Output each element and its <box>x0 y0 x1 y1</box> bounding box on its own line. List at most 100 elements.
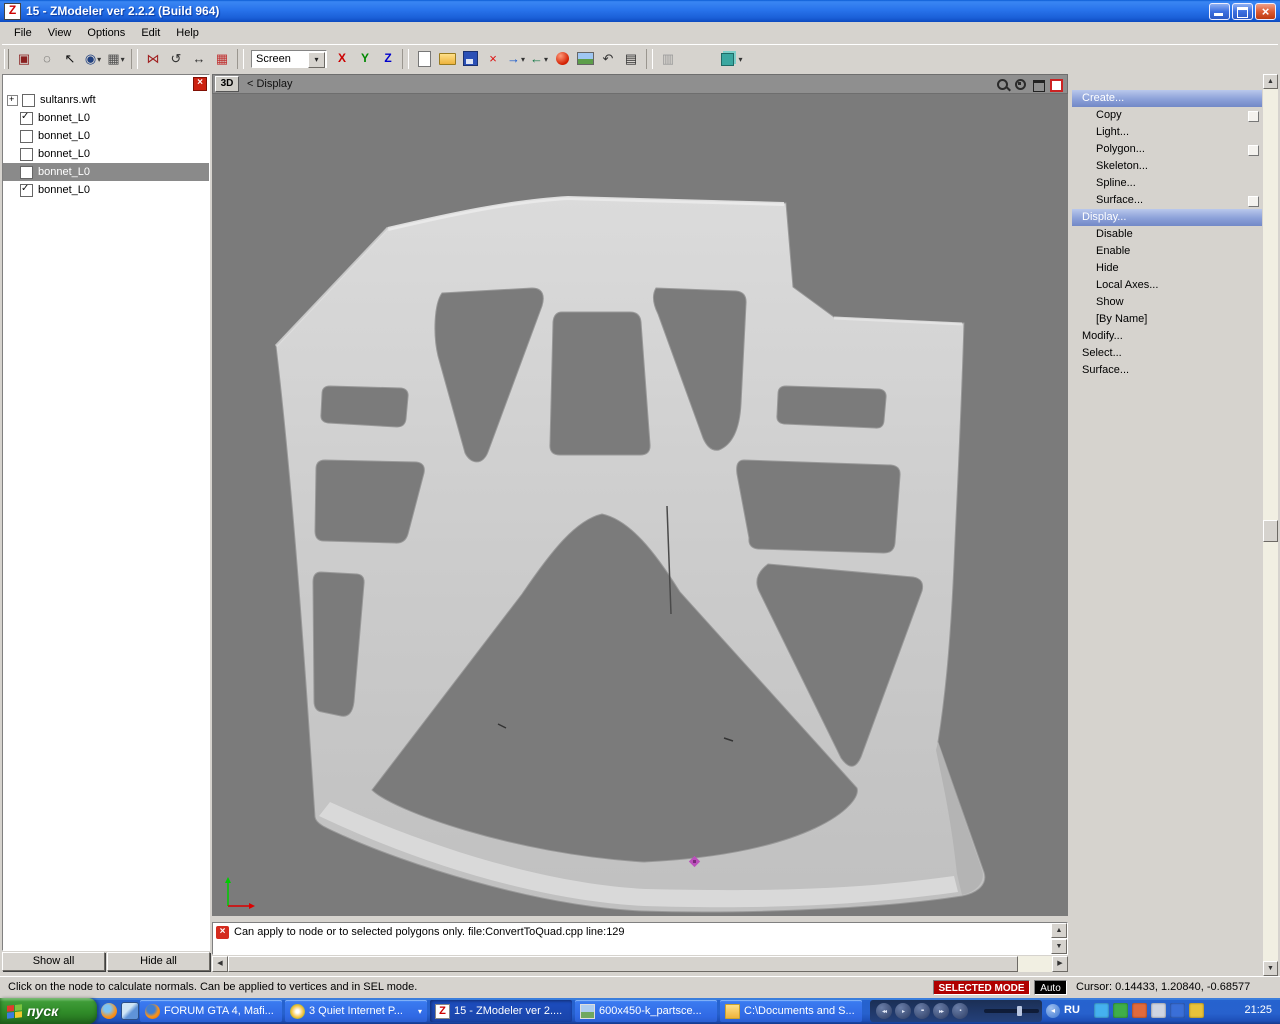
command-item[interactable]: Polygon... <box>1072 141 1262 158</box>
tree-item[interactable]: sultanrs.wft <box>3 91 209 109</box>
command-item[interactable]: Modify... <box>1072 328 1262 345</box>
scroll-down-icon[interactable]: ▼ <box>1263 961 1278 976</box>
screen-mode-combobox[interactable]: Screen <box>251 49 327 68</box>
maximize-viewport-icon[interactable] <box>1032 78 1046 92</box>
tree-item[interactable]: bonnet_L0 <box>3 163 209 181</box>
command-item[interactable]: Disable <box>1072 226 1262 243</box>
toolbar-separator[interactable] <box>131 48 138 69</box>
scroll-right-icon[interactable]: ▶ <box>1052 956 1068 972</box>
rotate-tool-icon[interactable]: ↺ <box>165 48 187 70</box>
scroll-down-icon[interactable]: ▼ <box>1051 939 1067 954</box>
lasso-select-icon[interactable]: ◌ <box>36 48 58 70</box>
save-file-icon[interactable] <box>459 48 481 70</box>
taskbar-task-button[interactable]: 600x450-k_partsce... <box>575 1000 717 1022</box>
graphics-tray-icon[interactable] <box>1132 1003 1147 1018</box>
expand-toggle-icon[interactable] <box>7 94 18 106</box>
toolbar-separator[interactable] <box>646 48 653 69</box>
toolbar-grip-handle[interactable] <box>4 48 9 69</box>
zoom-region-icon[interactable] <box>1014 78 1028 92</box>
command-item[interactable]: [By Name] <box>1072 311 1262 328</box>
command-item[interactable]: Surface... <box>1072 362 1262 379</box>
viewport-canvas[interactable] <box>212 94 1068 916</box>
viewport-view-label[interactable]: < Display <box>247 78 293 90</box>
media-next-icon[interactable]: ▸▸ <box>933 1003 949 1019</box>
scroll-up-icon[interactable]: ▲ <box>1263 74 1278 89</box>
quicklaunch-desktop-icon[interactable] <box>121 1002 139 1020</box>
command-item[interactable]: Display... <box>1072 209 1262 226</box>
viewport-mode-button[interactable]: 3D <box>215 76 239 92</box>
grid-snap-icon[interactable]: ▦ <box>211 48 233 70</box>
toolbar-gap[interactable] <box>680 48 720 70</box>
maximize-button[interactable] <box>1232 3 1253 20</box>
toolbar-separator[interactable] <box>402 48 409 69</box>
tree-item[interactable]: bonnet_L0 <box>3 145 209 163</box>
pick-tool-icon[interactable]: ◉ <box>82 48 104 70</box>
view-settings-cube-icon[interactable] <box>721 48 743 70</box>
select-tool-icon[interactable]: ▣ <box>13 48 35 70</box>
taskbar-task-button[interactable]: 15 - ZModeler ver 2.... <box>430 1000 572 1022</box>
taskbar-task-button[interactable]: C:\Documents and S... <box>720 1000 862 1022</box>
language-indicator[interactable]: RU <box>1064 1004 1080 1016</box>
visibility-checkbox[interactable] <box>22 93 35 107</box>
minimize-button[interactable] <box>1209 3 1230 20</box>
move-tool-icon[interactable]: ↔ <box>188 48 210 70</box>
menu-item[interactable]: Edit <box>133 24 168 42</box>
delete-icon[interactable]: × <box>482 48 504 70</box>
command-item[interactable]: Hide <box>1072 260 1262 277</box>
visibility-checkbox[interactable] <box>20 165 33 179</box>
scrollbar-thumb[interactable] <box>1263 520 1278 542</box>
media-stop-icon[interactable]: ▪ <box>952 1003 968 1019</box>
command-item[interactable]: Show <box>1072 294 1262 311</box>
command-item[interactable]: Create... <box>1072 90 1262 107</box>
hidden-icons-chevron[interactable] <box>1046 1004 1060 1018</box>
quicklaunch-firefox-icon[interactable] <box>101 1003 117 1019</box>
viewport-toggle-icon[interactable] <box>1050 78 1063 92</box>
tree-item[interactable]: bonnet_L0 <box>3 181 209 199</box>
menu-item[interactable]: Options <box>79 24 133 42</box>
media-pause-icon[interactable]: ▪▪ <box>914 1003 930 1019</box>
texture-browser-icon[interactable] <box>574 48 596 70</box>
zoom-icon[interactable] <box>996 78 1010 92</box>
panel-close-icon[interactable] <box>193 77 207 91</box>
close-button[interactable] <box>1255 3 1276 20</box>
visibility-checkbox[interactable] <box>20 147 33 161</box>
antivirus-tray-icon[interactable] <box>1113 1003 1128 1018</box>
scrollbar-thumb[interactable] <box>228 956 1018 972</box>
menu-item[interactable]: View <box>40 24 80 42</box>
new-file-icon[interactable] <box>413 48 435 70</box>
axis-z-button[interactable]: Z <box>377 48 399 70</box>
command-item[interactable]: Light... <box>1072 124 1262 141</box>
messenger-tray-icon[interactable] <box>1094 1003 1109 1018</box>
scheduler-tray-icon[interactable] <box>1189 1003 1204 1018</box>
scroll-left-icon[interactable]: ◀ <box>212 956 228 972</box>
log-window-icon[interactable]: ▤ <box>620 48 642 70</box>
visibility-checkbox[interactable] <box>20 183 33 197</box>
material-editor-icon[interactable] <box>551 48 573 70</box>
visibility-checkbox[interactable] <box>20 111 33 125</box>
modes-dropdown-icon[interactable]: ▦ <box>105 48 127 70</box>
undo-icon[interactable]: ↶ <box>597 48 619 70</box>
command-item[interactable]: Copy <box>1072 107 1262 124</box>
axis-y-button[interactable]: Y <box>354 48 376 70</box>
command-item[interactable]: Surface... <box>1072 192 1262 209</box>
command-item[interactable]: Select... <box>1072 345 1262 362</box>
media-prev-icon[interactable]: ◂◂ <box>876 1003 892 1019</box>
menu-item[interactable]: File <box>6 24 40 42</box>
start-button[interactable]: пуск <box>0 998 97 1024</box>
link-tool-icon[interactable]: ▥ <box>657 48 679 70</box>
toolbar-separator[interactable] <box>237 48 244 69</box>
scroll-up-icon[interactable]: ▲ <box>1051 923 1067 938</box>
log-horizontal-scrollbar[interactable]: ◀ ▶ <box>212 956 1068 972</box>
auto-indicator[interactable]: Auto <box>1034 980 1067 995</box>
hide-all-button[interactable]: Hide all <box>107 952 210 971</box>
command-item[interactable]: Skeleton... <box>1072 158 1262 175</box>
mirror-tool-icon[interactable]: ⋈ <box>142 48 164 70</box>
cursor-tool-icon[interactable]: ↖ <box>59 48 81 70</box>
menu-item[interactable]: Help <box>168 24 207 42</box>
panel-scrollbar[interactable]: ▲ ▼ <box>1263 74 1278 976</box>
window-titlebar[interactable]: 15 - ZModeler ver 2.2.2 (Build 964) <box>0 0 1280 22</box>
visibility-checkbox[interactable] <box>20 129 33 143</box>
combobox-dropdown-icon[interactable] <box>308 51 325 68</box>
taskbar-task-button[interactable]: 3 Quiet Internet P... <box>285 1000 427 1022</box>
taskbar-clock[interactable]: 21:25 <box>1244 1004 1272 1016</box>
